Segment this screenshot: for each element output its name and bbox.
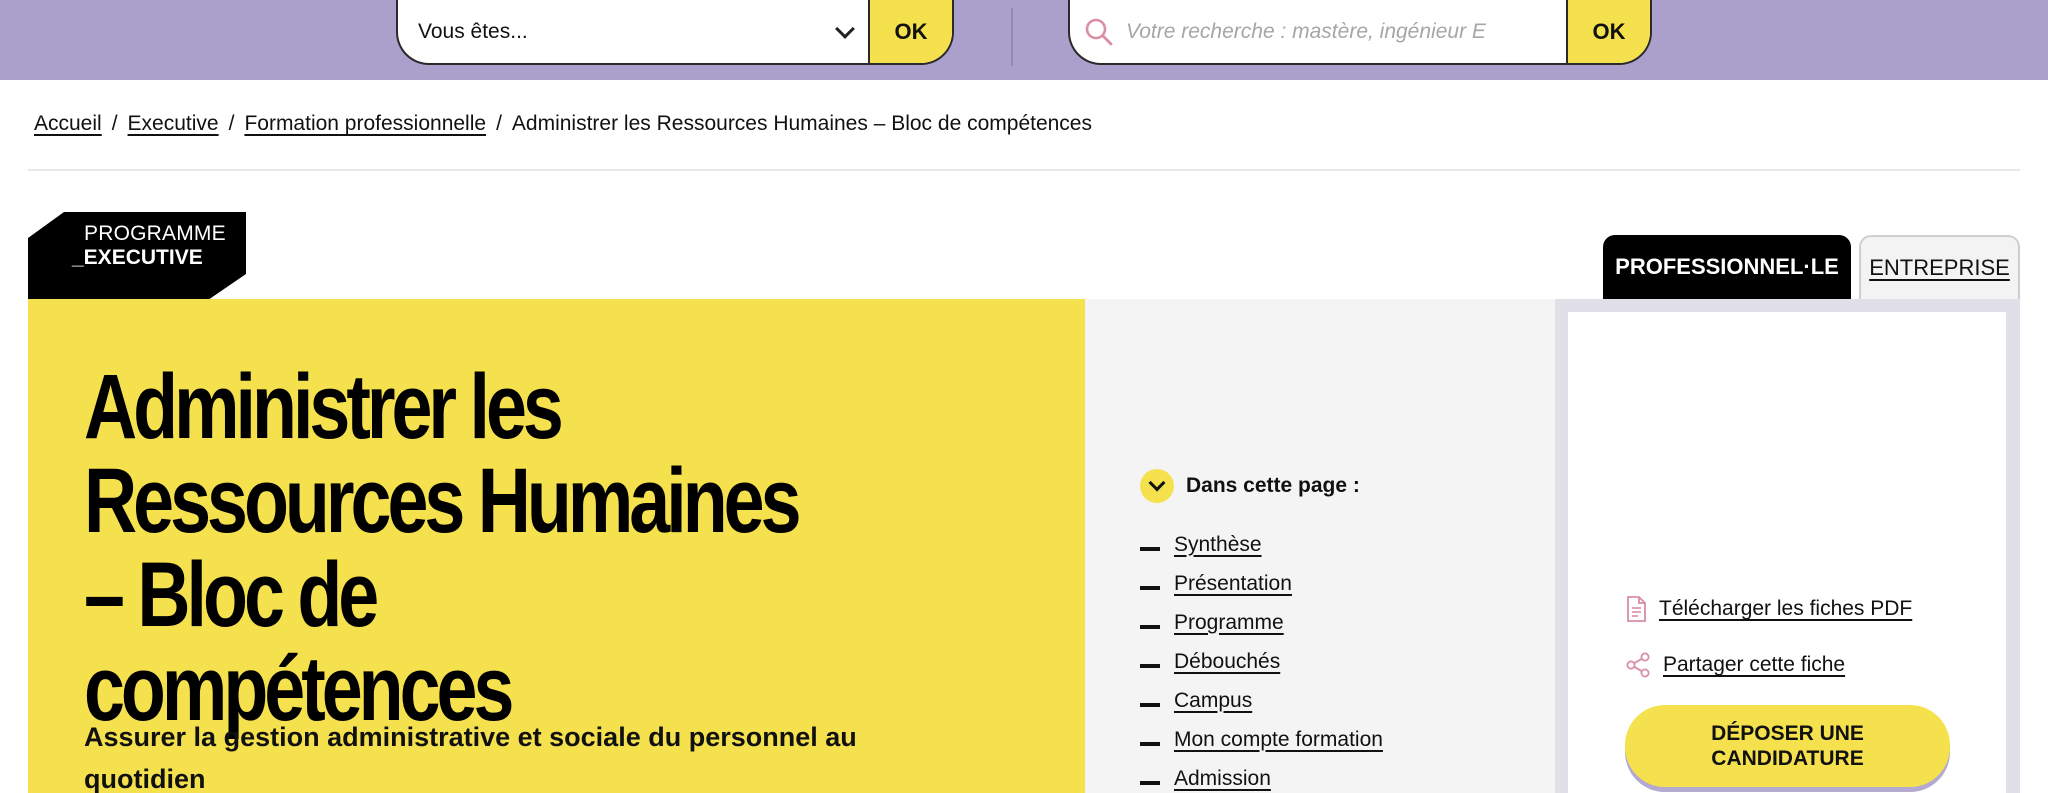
profile-select-group: Vous êtes... OK [396,0,954,65]
top-bar: Vous êtes... OK OK [0,0,2048,80]
download-pdf-link[interactable]: Télécharger les fiches PDF [1625,596,1912,622]
toc-link-presentation[interactable]: Présentation [1174,572,1292,596]
dash-icon [1140,663,1160,668]
search-input[interactable] [1126,19,1516,44]
dash-icon [1140,741,1160,746]
breadcrumb: Accueil / Executive / Formation professi… [34,112,1092,136]
document-icon [1627,596,1646,622]
dash-icon [1140,702,1160,707]
breadcrumb-link-formation[interactable]: Formation professionnelle [244,112,486,136]
topbar-divider [1011,8,1013,66]
program-badge: PROGRAMME _EXECUTIVE [28,212,246,300]
search-field[interactable] [1070,0,1566,63]
apply-button-line2: CANDIDATURE [1711,747,1864,770]
breadcrumb-current: Administrer les Ressources Humaines – Bl… [511,112,1092,135]
page-subtitle: Assurer la gestion administrative et soc… [84,722,857,793]
profile-ok-button[interactable]: OK [868,0,952,63]
toc-toggle[interactable]: Dans cette page : [1140,469,1360,503]
chevron-down-icon [835,19,855,39]
toc-item: Présentation [1140,564,1383,603]
breadcrumb-separator: / [228,112,235,135]
toc-link-debouches[interactable]: Débouchés [1174,650,1280,674]
page-title: Administrer les Ressources Humaines – Bl… [84,356,802,740]
dash-icon [1140,780,1160,785]
toc-link-programme[interactable]: Programme [1174,611,1284,635]
breadcrumb-link-executive[interactable]: Executive [128,112,219,136]
toc-item: Mon compte formation [1140,720,1383,759]
tab-entreprise[interactable]: ENTREPRISE [1859,235,2020,299]
toc-link-campus[interactable]: Campus [1174,689,1252,713]
tab-professionnel[interactable]: PROFESSIONNEL·LE [1603,235,1851,299]
badge-line-programme: PROGRAMME [84,222,226,245]
toc-item: Débouchés [1140,642,1383,681]
tab-entreprise-label: ENTREPRISE [1869,255,2010,280]
profile-select-value: Vous êtes... [418,19,528,43]
toc-item: Synthèse [1140,525,1383,564]
toc-link-admission[interactable]: Admission [1174,767,1271,791]
search-ok-button[interactable]: OK [1566,0,1650,63]
breadcrumb-separator: / [111,112,118,135]
badge-line-executive: _EXECUTIVE [72,246,203,269]
search-group: OK [1068,0,1652,65]
profile-select[interactable]: Vous êtes... [398,0,868,63]
apply-button-line1: DÉPOSER UNE [1711,722,1864,745]
toc-list: Synthèse Présentation Programme Débouché… [1140,525,1383,793]
dash-icon [1140,546,1160,551]
breadcrumb-divider [28,169,2020,171]
toc-link-synthese[interactable]: Synthèse [1174,533,1262,557]
share-label: Partager cette fiche [1663,653,1846,676]
breadcrumb-separator: / [496,112,502,135]
toc-link-compte-formation[interactable]: Mon compte formation [1174,728,1383,752]
dash-icon [1140,585,1160,590]
apply-button[interactable]: DÉPOSER UNE CANDIDATURE [1625,705,1950,787]
dash-icon [1140,624,1160,629]
share-icon [1626,652,1650,678]
chevron-down-icon [1140,469,1174,503]
download-pdf-label: Télécharger les fiches PDF [1659,597,1913,620]
toc-item: Campus [1140,681,1383,720]
share-link[interactable]: Partager cette fiche [1625,652,1845,678]
toc-item: Programme [1140,603,1383,642]
breadcrumb-link-accueil[interactable]: Accueil [34,112,102,136]
toc-item: Admission [1140,759,1383,793]
toc-heading: Dans cette page : [1186,474,1360,497]
search-icon [1085,18,1113,45]
